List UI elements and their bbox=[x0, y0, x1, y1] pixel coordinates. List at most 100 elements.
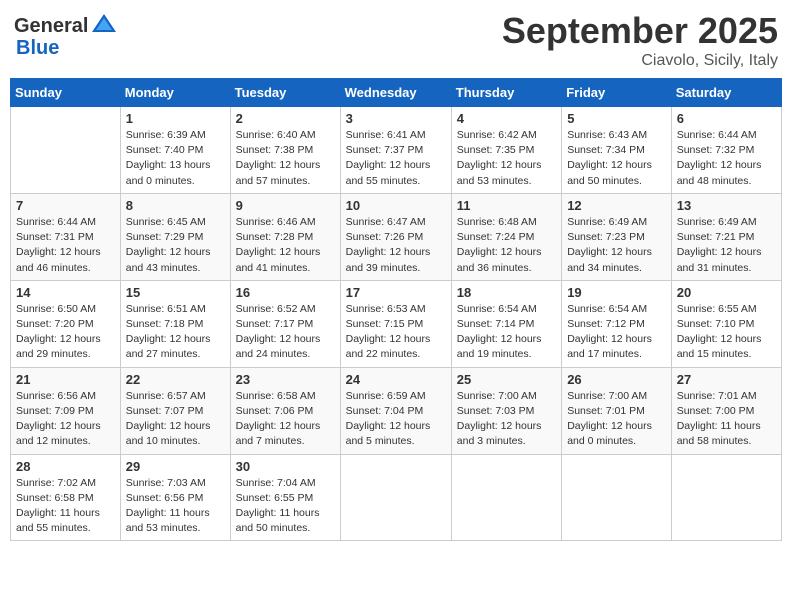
calendar-cell: 13Sunrise: 6:49 AM Sunset: 7:21 PM Dayli… bbox=[671, 193, 781, 280]
calendar-cell: 15 Sunrise: 6:51 AM Sunset: 7:18 PM Dayli… bbox=[120, 280, 230, 367]
calendar-cell bbox=[340, 454, 451, 541]
logo: General Blue bbox=[14, 10, 118, 60]
day-number: 4 bbox=[457, 111, 556, 126]
week-row-5: 28 Sunrise: 7:02 AM Sunset: 6:58 PM Dayli… bbox=[11, 454, 782, 541]
day-number: 21 bbox=[16, 372, 115, 387]
calendar-cell: 28 Sunrise: 7:02 AM Sunset: 6:58 PM Dayli… bbox=[11, 454, 121, 541]
week-row-1: 1 Sunrise: 6:39 AM Sunset: 7:40 PM Daylig… bbox=[11, 107, 782, 194]
calendar-cell: 14 Sunrise: 6:50 AM Sunset: 7:20 PM Dayli… bbox=[11, 280, 121, 367]
day-info: Sunrise: 6:50 AM Sunset: 7:20 PM Dayligh… bbox=[16, 302, 115, 363]
day-number: 6 bbox=[677, 111, 776, 126]
day-number: 7 bbox=[16, 198, 115, 213]
day-info: Sunrise: 7:00 AM Sunset: 7:03 PM Dayligh… bbox=[457, 389, 556, 450]
day-info: Sunrise: 6:54 AM Sunset: 7:14 PM Dayligh… bbox=[457, 302, 556, 363]
month-title: September 2025 bbox=[502, 10, 778, 52]
day-info: Sunrise: 7:02 AM Sunset: 6:58 PM Dayligh… bbox=[16, 476, 115, 537]
day-info: Sunrise: 7:04 AM Sunset: 6:55 PM Dayligh… bbox=[236, 476, 335, 537]
day-number: 12 bbox=[567, 198, 666, 213]
calendar-cell: 7 Sunrise: 6:44 AM Sunset: 7:31 PM Daylig… bbox=[11, 193, 121, 280]
day-info: Sunrise: 6:56 AM Sunset: 7:09 PM Dayligh… bbox=[16, 389, 115, 450]
day-info: Sunrise: 6:59 AM Sunset: 7:04 PM Dayligh… bbox=[346, 389, 446, 450]
calendar-cell: 9Sunrise: 6:46 AM Sunset: 7:28 PM Daylig… bbox=[230, 193, 340, 280]
day-number: 28 bbox=[16, 459, 115, 474]
column-header-saturday: Saturday bbox=[671, 79, 781, 107]
calendar-cell: 12 Sunrise: 6:49 AM Sunset: 7:23 PM Dayli… bbox=[562, 193, 672, 280]
day-number: 22 bbox=[126, 372, 225, 387]
calendar-cell: 23 Sunrise: 6:58 AM Sunset: 7:06 PM Dayli… bbox=[230, 367, 340, 454]
day-info: Sunrise: 6:45 AM Sunset: 7:29 PM Dayligh… bbox=[126, 215, 225, 276]
calendar-cell: 11Sunrise: 6:48 AM Sunset: 7:24 PM Dayli… bbox=[451, 193, 561, 280]
day-number: 20 bbox=[677, 285, 776, 300]
column-header-wednesday: Wednesday bbox=[340, 79, 451, 107]
day-info: Sunrise: 6:43 AM Sunset: 7:34 PM Dayligh… bbox=[567, 128, 666, 189]
day-number: 23 bbox=[236, 372, 335, 387]
location-text: Ciavolo, Sicily, Italy bbox=[502, 52, 778, 70]
column-header-tuesday: Tuesday bbox=[230, 79, 340, 107]
day-info: Sunrise: 6:39 AM Sunset: 7:40 PM Dayligh… bbox=[126, 128, 225, 189]
day-info: Sunrise: 6:57 AM Sunset: 7:07 PM Dayligh… bbox=[126, 389, 225, 450]
day-number: 2 bbox=[236, 111, 335, 126]
day-info: Sunrise: 7:03 AM Sunset: 6:56 PM Dayligh… bbox=[126, 476, 225, 537]
calendar-cell: 4 Sunrise: 6:42 AM Sunset: 7:35 PM Daylig… bbox=[451, 107, 561, 194]
day-info: Sunrise: 6:46 AM Sunset: 7:28 PM Dayligh… bbox=[236, 215, 335, 276]
calendar-cell: 19 Sunrise: 6:54 AM Sunset: 7:12 PM Dayli… bbox=[562, 280, 672, 367]
column-header-friday: Friday bbox=[562, 79, 672, 107]
day-info: Sunrise: 6:42 AM Sunset: 7:35 PM Dayligh… bbox=[457, 128, 556, 189]
day-number: 25 bbox=[457, 372, 556, 387]
calendar-table: SundayMondayTuesdayWednesdayThursdayFrid… bbox=[10, 78, 782, 541]
page-header: General Blue September 2025 Ciavolo, Sic… bbox=[10, 10, 782, 70]
day-info: Sunrise: 6:58 AM Sunset: 7:06 PM Dayligh… bbox=[236, 389, 335, 450]
day-number: 16 bbox=[236, 285, 335, 300]
day-number: 5 bbox=[567, 111, 666, 126]
day-info: Sunrise: 6:54 AM Sunset: 7:12 PM Dayligh… bbox=[567, 302, 666, 363]
calendar-cell: 24Sunrise: 6:59 AM Sunset: 7:04 PM Dayli… bbox=[340, 367, 451, 454]
day-number: 8 bbox=[126, 198, 225, 213]
day-info: Sunrise: 6:51 AM Sunset: 7:18 PM Dayligh… bbox=[126, 302, 225, 363]
title-block: September 2025 Ciavolo, Sicily, Italy bbox=[502, 10, 778, 70]
calendar-cell: 20 Sunrise: 6:55 AM Sunset: 7:10 PM Dayli… bbox=[671, 280, 781, 367]
column-header-thursday: Thursday bbox=[451, 79, 561, 107]
day-info: Sunrise: 6:53 AM Sunset: 7:15 PM Dayligh… bbox=[346, 302, 446, 363]
day-info: Sunrise: 6:40 AM Sunset: 7:38 PM Dayligh… bbox=[236, 128, 335, 189]
calendar-header-row: SundayMondayTuesdayWednesdayThursdayFrid… bbox=[11, 79, 782, 107]
calendar-cell: 29Sunrise: 7:03 AM Sunset: 6:56 PM Dayli… bbox=[120, 454, 230, 541]
calendar-cell: 3Sunrise: 6:41 AM Sunset: 7:37 PM Daylig… bbox=[340, 107, 451, 194]
calendar-cell: 21 Sunrise: 6:56 AM Sunset: 7:09 PM Dayli… bbox=[11, 367, 121, 454]
day-number: 1 bbox=[126, 111, 225, 126]
calendar-cell: 6 Sunrise: 6:44 AM Sunset: 7:32 PM Daylig… bbox=[671, 107, 781, 194]
calendar-cell bbox=[671, 454, 781, 541]
calendar-cell: 30 Sunrise: 7:04 AM Sunset: 6:55 PM Dayli… bbox=[230, 454, 340, 541]
day-number: 18 bbox=[457, 285, 556, 300]
day-number: 11 bbox=[457, 198, 556, 213]
calendar-cell: 27 Sunrise: 7:01 AM Sunset: 7:00 PM Dayli… bbox=[671, 367, 781, 454]
day-info: Sunrise: 6:47 AM Sunset: 7:26 PM Dayligh… bbox=[346, 215, 446, 276]
calendar-cell: 18 Sunrise: 6:54 AM Sunset: 7:14 PM Dayli… bbox=[451, 280, 561, 367]
week-row-3: 14 Sunrise: 6:50 AM Sunset: 7:20 PM Dayli… bbox=[11, 280, 782, 367]
calendar-cell bbox=[11, 107, 121, 194]
day-info: Sunrise: 6:49 AM Sunset: 7:23 PM Dayligh… bbox=[567, 215, 666, 276]
day-number: 19 bbox=[567, 285, 666, 300]
column-header-monday: Monday bbox=[120, 79, 230, 107]
column-header-sunday: Sunday bbox=[11, 79, 121, 107]
day-number: 26 bbox=[567, 372, 666, 387]
calendar-cell: 26Sunrise: 7:00 AM Sunset: 7:01 PM Dayli… bbox=[562, 367, 672, 454]
day-number: 17 bbox=[346, 285, 446, 300]
calendar-cell: 8 Sunrise: 6:45 AM Sunset: 7:29 PM Daylig… bbox=[120, 193, 230, 280]
day-info: Sunrise: 6:44 AM Sunset: 7:32 PM Dayligh… bbox=[677, 128, 776, 189]
day-info: Sunrise: 7:01 AM Sunset: 7:00 PM Dayligh… bbox=[677, 389, 776, 450]
day-info: Sunrise: 6:55 AM Sunset: 7:10 PM Dayligh… bbox=[677, 302, 776, 363]
day-info: Sunrise: 6:44 AM Sunset: 7:31 PM Dayligh… bbox=[16, 215, 115, 276]
week-row-4: 21 Sunrise: 6:56 AM Sunset: 7:09 PM Dayli… bbox=[11, 367, 782, 454]
calendar-cell: 2 Sunrise: 6:40 AM Sunset: 7:38 PM Daylig… bbox=[230, 107, 340, 194]
day-number: 30 bbox=[236, 459, 335, 474]
calendar-cell: 16 Sunrise: 6:52 AM Sunset: 7:17 PM Dayli… bbox=[230, 280, 340, 367]
day-number: 14 bbox=[16, 285, 115, 300]
day-info: Sunrise: 6:52 AM Sunset: 7:17 PM Dayligh… bbox=[236, 302, 335, 363]
calendar-cell: 1 Sunrise: 6:39 AM Sunset: 7:40 PM Daylig… bbox=[120, 107, 230, 194]
day-number: 27 bbox=[677, 372, 776, 387]
calendar-cell bbox=[562, 454, 672, 541]
day-number: 15 bbox=[126, 285, 225, 300]
calendar-cell bbox=[451, 454, 561, 541]
calendar-cell: 17 Sunrise: 6:53 AM Sunset: 7:15 PM Dayli… bbox=[340, 280, 451, 367]
logo-blue-text: Blue bbox=[16, 37, 59, 60]
